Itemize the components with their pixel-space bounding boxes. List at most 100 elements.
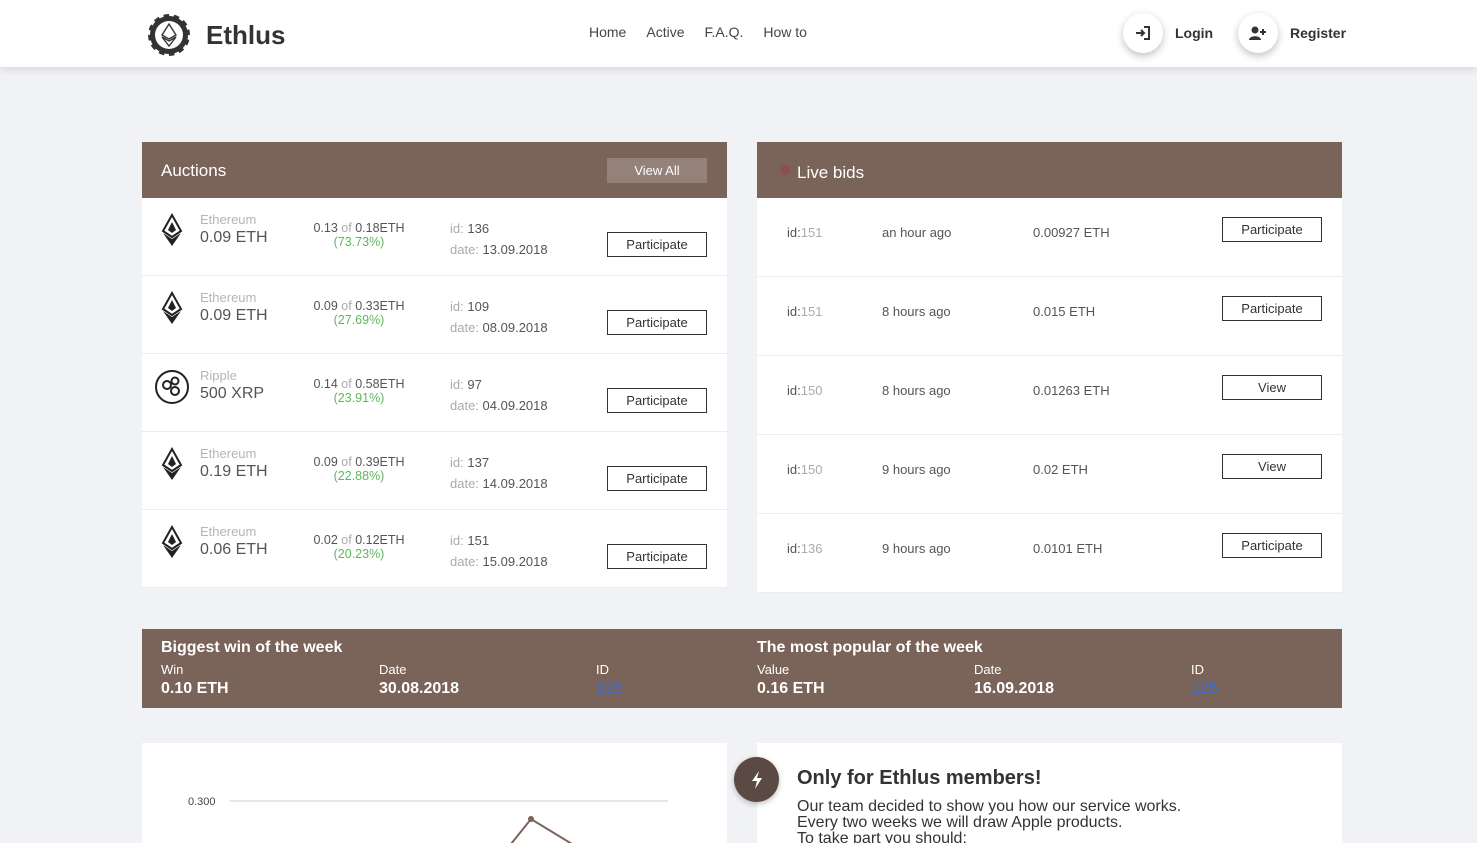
auction-row: Ethereum 0.06 ETH 0.02 of 0.12ETH (20.23%) i… (142, 510, 727, 588)
date-label: date: (450, 242, 479, 257)
bid-id: id:150 (787, 462, 822, 477)
most-popular-id-link[interactable]: 126 (1191, 680, 1218, 698)
auction-meta: id: 151 date: 15.09.2018 (450, 530, 548, 572)
raised-amount: 0.02 (313, 533, 338, 547)
participate-button[interactable]: Participate (1222, 296, 1322, 321)
auction-row: Ethereum 0.09 ETH 0.09 of 0.33ETH (27.69%) i… (142, 276, 727, 354)
bid-time: 8 hours ago (882, 383, 951, 398)
lightning-icon (734, 757, 779, 802)
auction-id: 151 (467, 533, 490, 548)
auction-date: 15.09.2018 (482, 554, 548, 569)
id-label: id: (787, 383, 801, 398)
most-popular-date-label: Date (974, 662, 1002, 677)
nav-active[interactable]: Active (646, 24, 684, 40)
live-bids-list: id:151 an hour ago 0.00927 ETH Participate i… (757, 198, 1342, 593)
most-popular-id-label: ID (1191, 662, 1204, 677)
most-popular-title: The most popular of the week (757, 639, 983, 656)
of-word: of (341, 221, 352, 235)
data-point (528, 816, 534, 822)
bid-amount: 0.0101 ETH (1033, 541, 1103, 556)
auction-id: 137 (467, 455, 490, 470)
progress-percent: (23.91%) (333, 391, 385, 405)
nav-faq[interactable]: F.A.Q. (704, 24, 743, 40)
bid-row: id:151 an hour ago 0.00927 ETH Participate (757, 198, 1342, 277)
auction-id: 109 (467, 299, 490, 314)
ethereum-icon (154, 212, 190, 249)
bid-id: id:150 (787, 383, 822, 398)
register-button[interactable]: Register (1238, 13, 1346, 53)
auction-row: Ethereum 0.09 ETH 0.13 of 0.18ETH (73.73%) i… (142, 198, 727, 276)
participate-button[interactable]: Participate (607, 310, 707, 335)
id-label: id: (787, 225, 801, 240)
live-bids-panel: Live bids id:151 an hour ago 0.00927 ETH Pa… (757, 142, 1342, 593)
members-text: Our team decided to show you how our ser… (797, 799, 1317, 843)
login-button[interactable]: Login (1123, 13, 1213, 53)
id-label: id: (787, 304, 801, 319)
login-label: Login (1175, 25, 1214, 41)
progress-percent: (22.88%) (333, 469, 385, 483)
participate-button[interactable]: Participate (607, 466, 707, 491)
biggest-win-date-label: Date (379, 662, 407, 677)
auction-meta: id: 136 date: 13.09.2018 (450, 218, 548, 260)
participate-button[interactable]: Participate (607, 388, 707, 413)
weekly-stats-bar: Biggest win of the week Win 0.10 ETH Dat… (142, 629, 1342, 708)
id-label: id: (450, 455, 464, 470)
bid-amount: 0.02 ETH (1033, 462, 1088, 477)
nav-how-to[interactable]: How to (763, 24, 807, 40)
progress-text: 0.14 of 0.58ETH (23.91%) (300, 377, 418, 405)
biggest-win-win-label: Win (161, 662, 184, 677)
bid-amount: 0.00927 ETH (1033, 225, 1110, 240)
auction-id: 97 (467, 377, 482, 392)
target-amount: 0.58ETH (355, 377, 405, 391)
participate-button[interactable]: Participate (607, 232, 707, 257)
id-label: id: (450, 377, 464, 392)
target-amount: 0.39ETH (355, 455, 405, 469)
most-popular-value: 0.16 ETH (757, 680, 825, 697)
coin-name: Ethereum (200, 212, 257, 227)
progress-text: 0.13 of 0.18ETH (73.73%) (300, 221, 418, 249)
brand-name: Ethlus (206, 19, 286, 50)
auction-meta: id: 109 date: 08.09.2018 (450, 296, 548, 338)
view-all-button[interactable]: View All (607, 158, 707, 183)
bid-id: id:151 (787, 304, 822, 319)
of-word: of (341, 299, 352, 313)
bid-amount: 0.01263 ETH (1033, 383, 1110, 398)
auction-date: 08.09.2018 (482, 320, 548, 335)
auction-meta: id: 137 date: 14.09.2018 (450, 452, 548, 494)
auction-date: 04.09.2018 (482, 398, 548, 413)
coin-name: Ethereum (200, 446, 257, 461)
bid-amount: 0.015 ETH (1033, 304, 1096, 319)
id-label: id: (450, 299, 464, 314)
view-button[interactable]: View (1222, 375, 1322, 400)
auction-row: Ethereum 0.19 ETH 0.09 of 0.39ETH (22.88%) i… (142, 432, 727, 510)
members-text-line: Our team decided to show you how our ser… (797, 798, 1182, 815)
progress-text: 0.09 of 0.39ETH (22.88%) (300, 455, 418, 483)
bid-row: id:151 8 hours ago 0.015 ETH Participate (757, 277, 1342, 356)
auction-date: 13.09.2018 (482, 242, 548, 257)
bid-row: id:150 8 hours ago 0.01263 ETH View (757, 356, 1342, 435)
ethereum-icon (154, 524, 190, 561)
participate-button[interactable]: Participate (1222, 217, 1322, 242)
main-nav: Home Active F.A.Q. How to (589, 24, 807, 40)
progress-percent: (27.69%) (333, 313, 385, 327)
target-amount: 0.18ETH (355, 221, 405, 235)
login-icon (1123, 13, 1163, 53)
auctions-panel: Auctions View All Ethereum 0.09 ETH 0.13 o… (142, 142, 727, 588)
prize-amount: 0.09 ETH (200, 307, 268, 324)
target-amount: 0.33ETH (355, 299, 405, 313)
participate-button[interactable]: Participate (607, 544, 707, 569)
progress-text: 0.09 of 0.33ETH (27.69%) (300, 299, 418, 327)
members-title: Only for Ethlus members! (797, 767, 1042, 789)
nav-home[interactable]: Home (589, 24, 626, 40)
id-label: id: (787, 541, 801, 556)
biggest-win-id-link[interactable]: 126 (596, 680, 623, 698)
raised-amount: 0.09 (313, 455, 338, 469)
bid-id-value: 151 (800, 304, 823, 319)
bid-id: id:136 (787, 541, 822, 556)
brand-logo[interactable]: Ethlus (146, 12, 285, 58)
participate-button[interactable]: Participate (1222, 533, 1322, 558)
biggest-win-value: 0.10 ETH (161, 680, 229, 697)
raised-amount: 0.13 (313, 221, 338, 235)
view-button[interactable]: View (1222, 454, 1322, 479)
bid-row: id:150 9 hours ago 0.02 ETH View (757, 435, 1342, 514)
